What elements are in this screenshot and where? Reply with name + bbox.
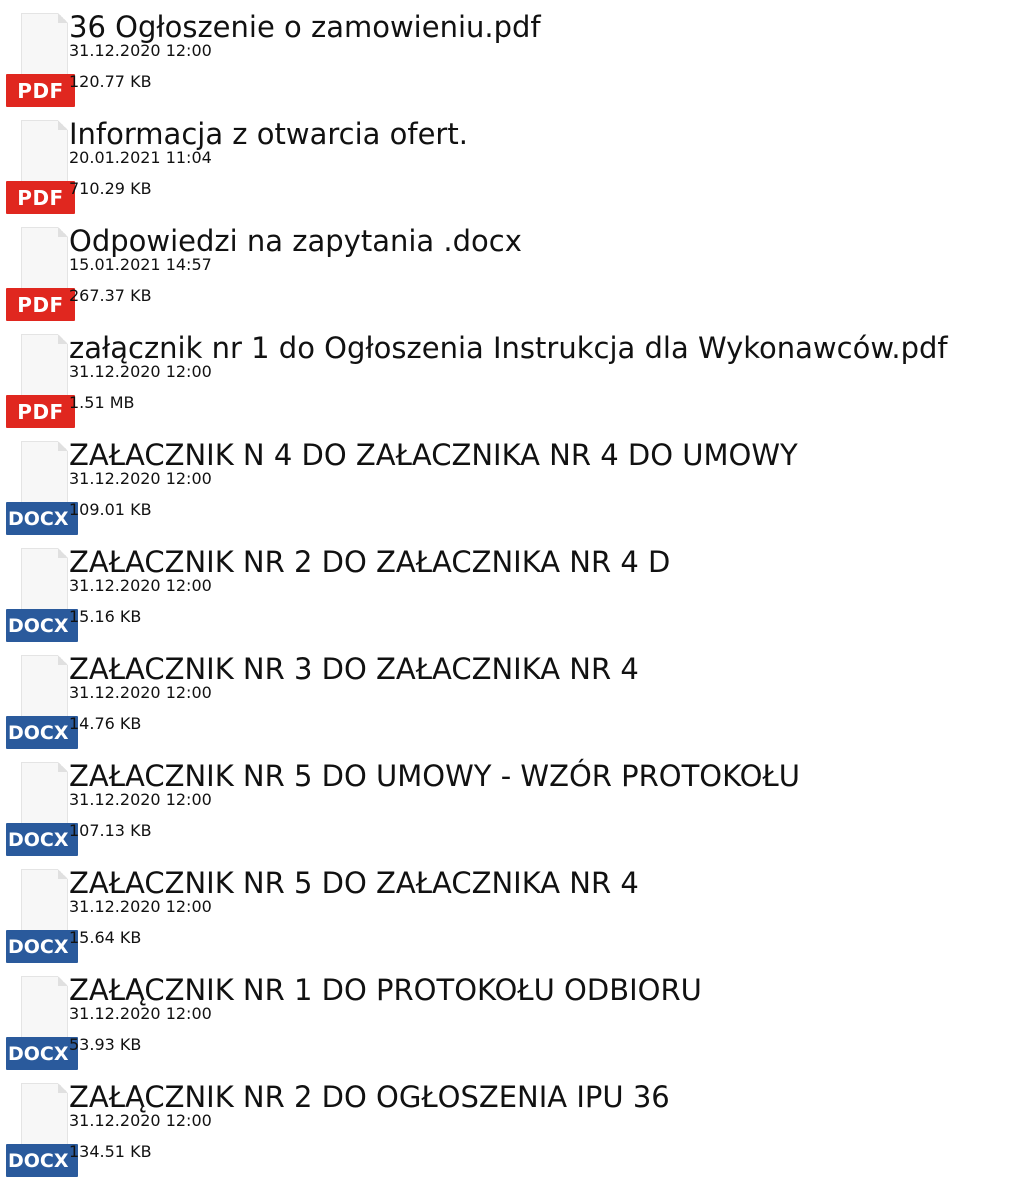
- attachment-list: PDF 36 Ogłoszenie o zamowieniu.pdf 31.12…: [0, 0, 1019, 1177]
- file-date: 31.12.2020 12:00: [69, 41, 212, 60]
- file-date: 31.12.2020 12:00: [69, 469, 212, 488]
- file-date: 31.12.2020 12:00: [69, 362, 212, 381]
- file-item: DOCX ZAŁĄCZNIK NR 2 DO OGŁOSZENIA IPU 36…: [0, 1070, 1019, 1177]
- file-item: PDF 36 Ogłoszenie o zamowieniu.pdf 31.12…: [0, 0, 1019, 107]
- file-item: DOCX ZAŁACZNIK NR 5 DO UMOWY - WZÓR PROT…: [0, 749, 1019, 856]
- file-date: 20.01.2021 11:04: [69, 148, 212, 167]
- file-date: 31.12.2020 12:00: [69, 1004, 212, 1023]
- file-date: 31.12.2020 12:00: [69, 897, 212, 916]
- file-size: 134.51 KB: [69, 1142, 152, 1161]
- file-name-link[interactable]: Informacja z otwarcia ofert.: [69, 117, 468, 151]
- file-type-badge: DOCX: [6, 716, 78, 749]
- file-size: 15.64 KB: [69, 928, 142, 947]
- file-type-badge: PDF: [6, 181, 75, 214]
- file-type-badge: DOCX: [6, 1144, 78, 1177]
- file-type-badge: PDF: [6, 395, 75, 428]
- file-date: 31.12.2020 12:00: [69, 1111, 212, 1130]
- file-type-badge: DOCX: [6, 930, 78, 963]
- file-name-link[interactable]: 36 Ogłoszenie o zamowieniu.pdf: [69, 10, 541, 44]
- file-type-badge: DOCX: [6, 823, 78, 856]
- file-name-link[interactable]: ZAŁACZNIK N 4 DO ZAŁACZNIKA NR 4 DO UMOW…: [69, 438, 798, 472]
- file-item: DOCX ZAŁACZNIK NR 3 DO ZAŁACZNIKA NR 4 3…: [0, 642, 1019, 749]
- file-item: PDF Informacja z otwarcia ofert. 20.01.2…: [0, 107, 1019, 214]
- file-item: DOCX ZAŁACZNIK NR 2 DO ZAŁACZNIKA NR 4 D…: [0, 535, 1019, 642]
- file-name-link[interactable]: ZAŁACZNIK NR 5 DO UMOWY - WZÓR PROTOKOŁU: [69, 759, 800, 793]
- file-size: 710.29 KB: [69, 179, 152, 198]
- file-size: 53.93 KB: [69, 1035, 142, 1054]
- file-name-link[interactable]: ZAŁACZNIK NR 2 DO ZAŁACZNIKA NR 4 D: [69, 545, 670, 579]
- file-type-badge: PDF: [6, 288, 75, 321]
- file-item: DOCX ZAŁACZNIK N 4 DO ZAŁACZNIKA NR 4 DO…: [0, 428, 1019, 535]
- file-type-badge: DOCX: [6, 1037, 78, 1070]
- file-name-link[interactable]: Odpowiedzi na zapytania .docx: [69, 224, 522, 258]
- file-name-link[interactable]: ZAŁACZNIK NR 5 DO ZAŁACZNIKA NR 4: [69, 866, 639, 900]
- file-size: 267.37 KB: [69, 286, 152, 305]
- file-size: 15.16 KB: [69, 607, 142, 626]
- file-item: DOCX ZAŁACZNIK NR 5 DO ZAŁACZNIKA NR 4 3…: [0, 856, 1019, 963]
- file-name-link[interactable]: ZAŁĄCZNIK NR 1 DO PROTOKOŁU ODBIORU: [69, 973, 702, 1007]
- file-size: 1.51 MB: [69, 393, 135, 412]
- file-date: 15.01.2021 14:57: [69, 255, 212, 274]
- file-item: PDF Odpowiedzi na zapytania .docx 15.01.…: [0, 214, 1019, 321]
- file-size: 120.77 KB: [69, 72, 152, 91]
- file-date: 31.12.2020 12:00: [69, 576, 212, 595]
- file-type-badge: PDF: [6, 74, 75, 107]
- file-name-link[interactable]: załącznik nr 1 do Ogłoszenia Instrukcja …: [69, 331, 948, 365]
- file-date: 31.12.2020 12:00: [69, 683, 212, 702]
- file-name-link[interactable]: ZAŁĄCZNIK NR 2 DO OGŁOSZENIA IPU 36: [69, 1080, 670, 1114]
- file-name-link[interactable]: ZAŁACZNIK NR 3 DO ZAŁACZNIKA NR 4: [69, 652, 639, 686]
- file-size: 107.13 KB: [69, 821, 152, 840]
- file-size: 109.01 KB: [69, 500, 152, 519]
- file-item: PDF załącznik nr 1 do Ogłoszenia Instruk…: [0, 321, 1019, 428]
- file-type-badge: DOCX: [6, 502, 78, 535]
- file-item: DOCX ZAŁĄCZNIK NR 1 DO PROTOKOŁU ODBIORU…: [0, 963, 1019, 1070]
- file-date: 31.12.2020 12:00: [69, 790, 212, 809]
- file-size: 14.76 KB: [69, 714, 142, 733]
- file-type-badge: DOCX: [6, 609, 78, 642]
